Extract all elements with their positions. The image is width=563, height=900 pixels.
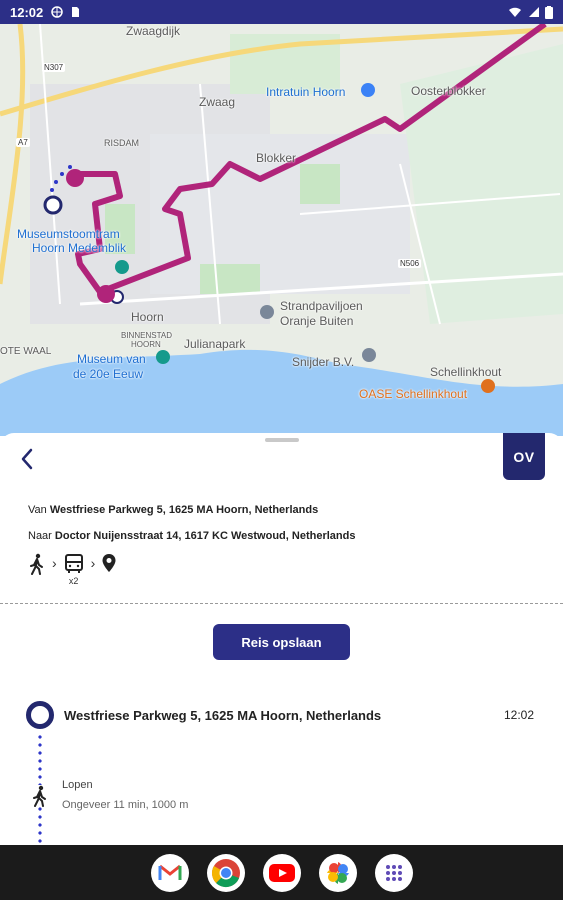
- map-label-zwaagdijk: Zwaagdijk: [126, 24, 181, 38]
- start-stop-name: Westfriese Parkweg 5, 1625 MA Hoorn, Net…: [64, 708, 382, 723]
- save-trip-button[interactable]: Reis opslaan: [213, 624, 350, 660]
- map-label-hoorn-medemblik: Hoorn Medemblik: [32, 241, 127, 255]
- chevron-right-icon: ›: [52, 555, 57, 571]
- trip-sheet: OV Van Westfriese Parkweg 5, 1625 MA Hoo…: [0, 433, 563, 845]
- route-to-prefix: Naar: [28, 530, 55, 542]
- location-pin-icon: [102, 554, 116, 572]
- route-from-address: Westfriese Parkweg 5, 1625 MA Hoorn, Net…: [49, 504, 319, 516]
- ov-badge[interactable]: OV: [503, 433, 545, 480]
- map-label-julianapark: Julianapark: [184, 337, 246, 351]
- back-button[interactable]: [14, 445, 42, 473]
- start-stop-marker: [26, 701, 54, 729]
- map-label-binnenstad: BINNENSTAD: [121, 331, 172, 340]
- map-label-risdam: RISDAM: [104, 138, 140, 148]
- map-label-blokker: Blokker: [256, 151, 297, 165]
- status-right: [509, 5, 553, 19]
- map-label-zwaag: Zwaag: [199, 95, 236, 109]
- bus-mode: x2: [63, 553, 85, 586]
- youtube-icon[interactable]: [262, 853, 301, 892]
- bus-icon: [64, 554, 83, 573]
- route-map[interactable]: Zwaagdijk N307 Zwaag Intratuin Hoorn Oos…: [0, 24, 563, 436]
- apps-icon[interactable]: [374, 853, 413, 892]
- status-time: 12:02: [10, 4, 44, 20]
- map-label-oosterblokker: Oosterblokker: [411, 84, 486, 98]
- map-label-oranje-buiten: Oranje Buiten: [280, 314, 354, 328]
- route-from: Van Westfriese Parkweg 5, 1625 MA Hoorn,…: [28, 504, 318, 516]
- photos-icon[interactable]: [318, 853, 357, 892]
- gmail-icon[interactable]: [150, 853, 189, 892]
- map-label-hoorn: Hoorn: [131, 310, 164, 324]
- route-to: Naar Doctor Nuijensstraat 14, 1617 KC We…: [28, 530, 355, 542]
- bus-count: x2: [68, 576, 79, 586]
- map-label-n506: N506: [398, 259, 422, 268]
- start-stop-time: 12:02: [504, 708, 535, 722]
- battery-icon: [545, 5, 553, 19]
- map-label-oase: OASE Schellinkhout: [359, 387, 468, 401]
- route-to-address: Doctor Nuijensstraat 14, 1617 KC Westwou…: [54, 530, 356, 542]
- wifi-icon: [509, 7, 521, 17]
- sim-card-icon: [72, 7, 80, 17]
- map-label-strandpaviljoen: Strandpaviljoen: [280, 299, 363, 313]
- map-label-museumstoomtram: Museumstoomtram: [17, 227, 120, 241]
- route-from-prefix: Van: [28, 504, 50, 516]
- signal-icon: [529, 7, 539, 17]
- map-label-n307: N307: [42, 63, 66, 72]
- transport-modes: › x2 ›: [28, 553, 117, 586]
- map-label-a7: A7: [16, 138, 30, 147]
- map-label-snijder: Snijder B.V.: [292, 355, 355, 369]
- map-label-museum-van: Museum van: [77, 352, 146, 366]
- map-label-intratuin: Intratuin Hoorn: [266, 85, 346, 99]
- divider: [0, 603, 563, 604]
- app-dock: [0, 845, 563, 900]
- walk-label: Lopen: [62, 779, 93, 791]
- map-label-schellinkhout: Schellinkhout: [430, 365, 502, 379]
- map-label-ote-waal: OTE WAAL: [0, 346, 52, 357]
- walk-detail: Ongeveer 11 min, 1000 m: [62, 799, 189, 811]
- map-label-de-20e-eeuw: de 20e Eeuw: [73, 367, 144, 381]
- chrome-icon[interactable]: [206, 853, 245, 892]
- drag-handle[interactable]: [265, 438, 299, 442]
- status-bar: 12:02: [0, 0, 563, 24]
- map-label-hoorn-small: HOORN: [131, 340, 161, 349]
- walk-icon: [30, 785, 50, 807]
- walk-icon: [30, 553, 43, 575]
- vpn-icon: [51, 6, 63, 18]
- chevron-right-icon: ›: [90, 555, 96, 571]
